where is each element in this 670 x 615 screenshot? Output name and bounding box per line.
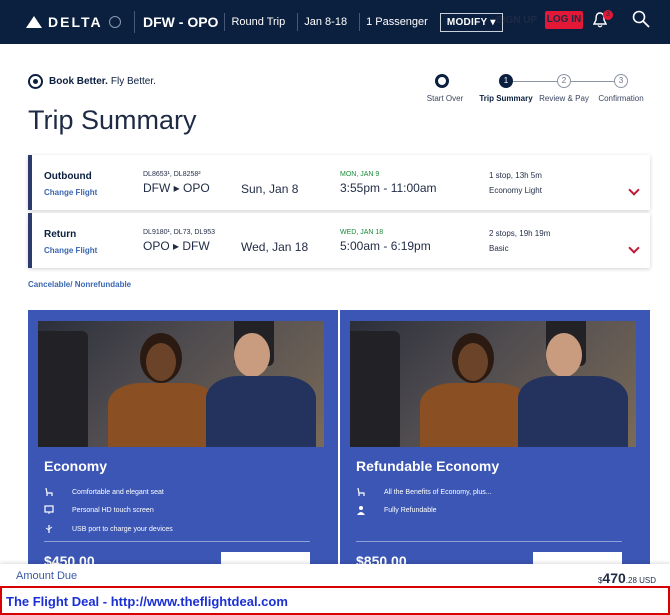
divider [356, 541, 622, 542]
usb-icon [45, 525, 53, 533]
amount-due-price: $470.28 USD [598, 570, 656, 586]
seat-icon [357, 487, 365, 496]
flight-route: DFW ▸ OPO [143, 181, 210, 195]
flight-row-outbound: Outbound Change Flight DL8653¹, DL8258² … [28, 155, 650, 210]
cabin-photo [350, 321, 636, 447]
fare-class: Basic [489, 244, 509, 253]
chevron-down-icon[interactable] [628, 242, 640, 254]
step-1-label: Trip Summary [479, 94, 533, 103]
person-icon [357, 506, 365, 515]
trip-route: DFW - OPO [134, 11, 218, 33]
flight-times: 3:55pm - 11:00am [340, 181, 437, 195]
watermark-banner: The Flight Deal - http://www.theflightde… [0, 586, 670, 615]
fare-card-economy[interactable]: Economy Comfortable and elegant seat Per… [28, 310, 338, 570]
feature-item: Fully Refundable [356, 505, 437, 515]
feature-item: Personal HD touch screen [44, 505, 154, 515]
trip-dates: Jan 8-18 [297, 13, 353, 31]
fare-card-refundable-economy[interactable]: Refundable Economy All the Benefits of E… [340, 310, 650, 570]
feature-text: Fully Refundable [384, 506, 437, 514]
search-icon[interactable] [632, 10, 650, 28]
step-2-label: Review & Pay [539, 94, 589, 103]
departure-date: Wed, Jan 18 [241, 240, 309, 254]
step-1: 1 [499, 74, 513, 88]
flight-numbers: DL8653¹, DL8258² [143, 171, 201, 178]
skyteam-globe-icon [108, 16, 121, 28]
flight-direction: Outbound [44, 171, 92, 182]
trip-type: Round Trip [224, 13, 291, 31]
flight-route: OPO ▸ DFW [143, 239, 210, 253]
fare-policy-link[interactable]: Cancelable/ Nonrefundable [28, 280, 131, 289]
target-icon [28, 74, 43, 89]
flight-times: 5:00am - 6:19pm [340, 239, 431, 253]
book-better-tagline: Book Better. Fly Better. [28, 74, 156, 89]
notification-badge: 3 [603, 10, 613, 20]
divider [44, 541, 310, 542]
flight-row-return: Return Change Flight DL9180¹, DL73, DL95… [28, 213, 650, 268]
start-over-icon[interactable] [435, 74, 449, 88]
arrival-day: MON, JAN 9 [340, 171, 380, 178]
sign-up-link[interactable]: SIGN UP [496, 15, 537, 26]
watermark-text: The Flight Deal - http://www.theflightde… [6, 594, 288, 609]
flight-direction: Return [44, 229, 77, 240]
tagline-brand: Book Better. [49, 76, 108, 87]
tagline-sub: Fly Better. [110, 76, 156, 87]
feature-item: USB port to charge your devices [44, 524, 173, 534]
delta-widget-icon [26, 16, 42, 28]
page-title: Trip Summary [28, 105, 197, 135]
feature-text: Comfortable and elegant seat [72, 488, 164, 496]
brand-name: DELTA [48, 14, 103, 30]
stops-duration: 2 stops, 19h 19m [489, 229, 551, 238]
log-in-button[interactable]: LOG IN [545, 11, 583, 29]
arrival-day: WED, JAN 18 [340, 229, 384, 236]
feature-item: Comfortable and elegant seat [44, 487, 164, 497]
modify-button[interactable]: MODIFY ▾ [439, 12, 503, 32]
step-3: 3 [614, 74, 628, 88]
fare-title: Refundable Economy [356, 458, 500, 474]
cabin-photo [38, 321, 324, 447]
step-2: 2 [557, 74, 571, 88]
modify-label: MODIFY [446, 16, 488, 28]
fare-class: Economy Light [489, 186, 542, 195]
departure-date: Sun, Jan 8 [241, 182, 299, 196]
amount-cents: .28 USD [625, 576, 656, 585]
stepper-line [513, 81, 563, 82]
screen-icon [44, 505, 54, 514]
passenger-count: 1 Passenger [359, 13, 434, 31]
fare-title: Economy [44, 458, 108, 474]
stops-duration: 1 stop, 13h 5m [489, 171, 542, 180]
feature-text: Personal HD touch screen [72, 506, 154, 514]
feature-item: All the Benefits of Economy, plus... [356, 487, 492, 497]
amount-due-label: Amount Due [16, 570, 78, 582]
start-over-link[interactable]: Start Over [427, 94, 463, 103]
stepper-line [571, 81, 615, 82]
seat-icon [45, 487, 53, 496]
flight-numbers: DL9180¹, DL73, DL953 [143, 229, 215, 236]
amount-dollars: 470 [602, 570, 626, 586]
delta-logo[interactable]: DELTA [26, 14, 126, 30]
feature-text: All the Benefits of Economy, plus... [384, 488, 492, 496]
step-3-label: Confirmation [598, 94, 644, 103]
change-flight-link[interactable]: Change Flight [44, 188, 97, 197]
change-flight-link[interactable]: Change Flight [44, 246, 97, 255]
feature-text: USB port to charge your devices [72, 525, 173, 533]
chevron-down-icon[interactable] [628, 184, 640, 196]
